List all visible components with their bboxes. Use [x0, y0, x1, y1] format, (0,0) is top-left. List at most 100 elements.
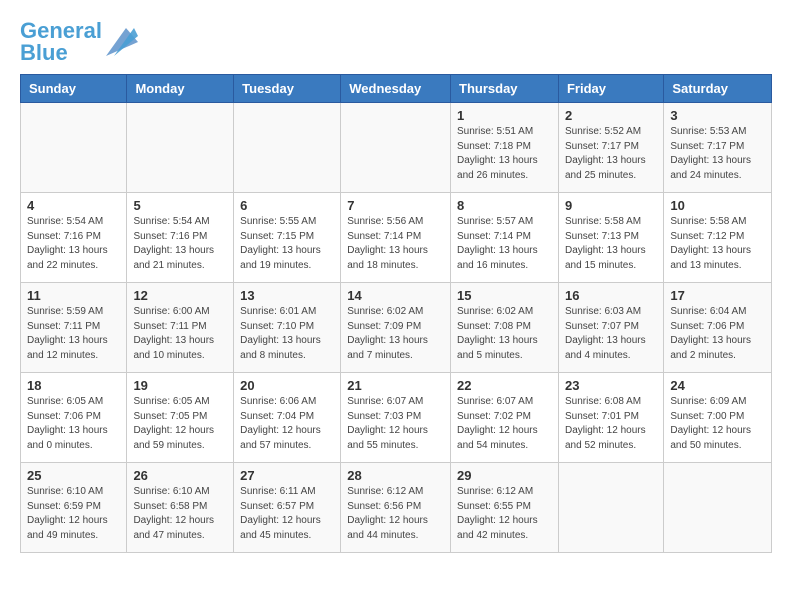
- week-row-1: 1 Sunrise: 5:51 AMSunset: 7:18 PMDaylight…: [21, 103, 772, 193]
- day-number: 26: [133, 468, 227, 483]
- calendar-cell: 10Sunrise: 5:58 AMSunset: 7:12 PMDayligh…: [664, 193, 772, 283]
- day-number: 17: [670, 288, 765, 303]
- day-info: Sunrise: 5:54 AMSunset: 7:16 PMDaylight:…: [133, 215, 227, 273]
- calendar-cell: 28 Sunrise: 6:12 AMSunset: 6:56 PMDayligh…: [341, 463, 451, 553]
- calendar-cell: 19Sunrise: 6:05 AMSunset: 7:05 PMDayligh…: [127, 373, 234, 463]
- page-header: General Blue: [20, 20, 772, 64]
- calendar-cell: [558, 463, 663, 553]
- calendar-cell: 21 Sunrise: 6:07 AMSunset: 7:03 PMDayligh…: [341, 373, 451, 463]
- day-number: 11: [27, 288, 120, 303]
- day-info: Sunrise: 6:05 AMSunset: 7:06 PMDaylight:…: [27, 395, 120, 453]
- logo: General Blue: [20, 20, 138, 64]
- calendar-cell: 25 Sunrise: 6:10 AMSunset: 6:59 PMDayligh…: [21, 463, 127, 553]
- calendar-cell: [341, 103, 451, 193]
- calendar-cell: 11 Sunrise: 5:59 AMSunset: 7:11 PMDayligh…: [21, 283, 127, 373]
- calendar-cell: 20 Sunrise: 6:06 AMSunset: 7:04 PMDayligh…: [234, 373, 341, 463]
- day-number: 22: [457, 378, 552, 393]
- day-number: 24: [670, 378, 765, 393]
- column-header-thursday: Thursday: [451, 75, 559, 103]
- calendar-cell: 22 Sunrise: 6:07 AMSunset: 7:02 PMDayligh…: [451, 373, 559, 463]
- day-info: Sunrise: 6:12 AMSunset: 6:56 PMDaylight:…: [347, 485, 444, 543]
- day-info: Sunrise: 5:56 AMSunset: 7:14 PMDaylight:…: [347, 215, 444, 273]
- calendar-cell: 13 Sunrise: 6:01 AMSunset: 7:10 PMDayligh…: [234, 283, 341, 373]
- day-number: 10: [670, 198, 765, 213]
- calendar-body: 1 Sunrise: 5:51 AMSunset: 7:18 PMDaylight…: [21, 103, 772, 553]
- day-info: Sunrise: 5:51 AMSunset: 7:18 PMDaylight:…: [457, 125, 552, 183]
- day-number: 9: [565, 198, 657, 213]
- day-number: 14: [347, 288, 444, 303]
- column-header-friday: Friday: [558, 75, 663, 103]
- column-headers: SundayMondayTuesdayWednesdayThursdayFrid…: [21, 75, 772, 103]
- day-info: Sunrise: 5:53 AMSunset: 7:17 PMDaylight:…: [670, 125, 765, 183]
- logo-text: General: [20, 20, 102, 42]
- calendar-cell: [127, 103, 234, 193]
- column-header-saturday: Saturday: [664, 75, 772, 103]
- calendar-cell: 24 Sunrise: 6:09 AMSunset: 7:00 PMDayligh…: [664, 373, 772, 463]
- day-number: 28: [347, 468, 444, 483]
- calendar-cell: 7 Sunrise: 5:56 AMSunset: 7:14 PMDaylight…: [341, 193, 451, 283]
- day-info: Sunrise: 6:06 AMSunset: 7:04 PMDaylight:…: [240, 395, 334, 453]
- day-info: Sunrise: 6:05 AMSunset: 7:05 PMDaylight:…: [133, 395, 227, 453]
- day-info: Sunrise: 6:11 AMSunset: 6:57 PMDaylight:…: [240, 485, 334, 543]
- week-row-4: 18 Sunrise: 6:05 AMSunset: 7:06 PMDayligh…: [21, 373, 772, 463]
- day-info: Sunrise: 5:52 AMSunset: 7:17 PMDaylight:…: [565, 125, 657, 183]
- calendar-cell: 2 Sunrise: 5:52 AMSunset: 7:17 PMDaylight…: [558, 103, 663, 193]
- day-number: 20: [240, 378, 334, 393]
- day-number: 8: [457, 198, 552, 213]
- calendar-cell: [21, 103, 127, 193]
- calendar-cell: 12 Sunrise: 6:00 AMSunset: 7:11 PMDayligh…: [127, 283, 234, 373]
- day-number: 5: [133, 198, 227, 213]
- day-info: Sunrise: 5:55 AMSunset: 7:15 PMDaylight:…: [240, 215, 334, 273]
- day-info: Sunrise: 6:02 AMSunset: 7:09 PMDaylight:…: [347, 305, 444, 363]
- day-info: Sunrise: 6:09 AMSunset: 7:00 PMDaylight:…: [670, 395, 765, 453]
- day-number: 18: [27, 378, 120, 393]
- calendar-cell: 9 Sunrise: 5:58 AMSunset: 7:13 PMDaylight…: [558, 193, 663, 283]
- calendar-cell: [664, 463, 772, 553]
- day-number: 2: [565, 108, 657, 123]
- calendar-cell: 27 Sunrise: 6:11 AMSunset: 6:57 PMDayligh…: [234, 463, 341, 553]
- logo-arrow-icon: [106, 28, 138, 56]
- calendar-cell: 3Sunrise: 5:53 AMSunset: 7:17 PMDaylight…: [664, 103, 772, 193]
- column-header-tuesday: Tuesday: [234, 75, 341, 103]
- day-info: Sunrise: 5:54 AMSunset: 7:16 PMDaylight:…: [27, 215, 120, 273]
- day-number: 23: [565, 378, 657, 393]
- day-number: 25: [27, 468, 120, 483]
- day-number: 4: [27, 198, 120, 213]
- day-number: 13: [240, 288, 334, 303]
- calendar-cell: 14 Sunrise: 6:02 AMSunset: 7:09 PMDayligh…: [341, 283, 451, 373]
- column-header-monday: Monday: [127, 75, 234, 103]
- day-info: Sunrise: 5:58 AMSunset: 7:13 PMDaylight:…: [565, 215, 657, 273]
- calendar-cell: 16Sunrise: 6:03 AMSunset: 7:07 PMDayligh…: [558, 283, 663, 373]
- day-number: 6: [240, 198, 334, 213]
- calendar-cell: 8Sunrise: 5:57 AMSunset: 7:14 PMDaylight…: [451, 193, 559, 283]
- day-info: Sunrise: 6:00 AMSunset: 7:11 PMDaylight:…: [133, 305, 227, 363]
- day-info: Sunrise: 6:10 AMSunset: 6:59 PMDaylight:…: [27, 485, 120, 543]
- calendar-cell: 26Sunrise: 6:10 AMSunset: 6:58 PMDayligh…: [127, 463, 234, 553]
- day-info: Sunrise: 6:08 AMSunset: 7:01 PMDaylight:…: [565, 395, 657, 453]
- day-number: 21: [347, 378, 444, 393]
- column-header-sunday: Sunday: [21, 75, 127, 103]
- calendar-cell: 18 Sunrise: 6:05 AMSunset: 7:06 PMDayligh…: [21, 373, 127, 463]
- day-info: Sunrise: 6:03 AMSunset: 7:07 PMDaylight:…: [565, 305, 657, 363]
- calendar-table: SundayMondayTuesdayWednesdayThursdayFrid…: [20, 74, 772, 553]
- day-number: 15: [457, 288, 552, 303]
- day-info: Sunrise: 6:04 AMSunset: 7:06 PMDaylight:…: [670, 305, 765, 363]
- day-info: Sunrise: 5:59 AMSunset: 7:11 PMDaylight:…: [27, 305, 120, 363]
- day-info: Sunrise: 6:07 AMSunset: 7:03 PMDaylight:…: [347, 395, 444, 453]
- calendar-cell: 17 Sunrise: 6:04 AMSunset: 7:06 PMDayligh…: [664, 283, 772, 373]
- calendar-cell: 1 Sunrise: 5:51 AMSunset: 7:18 PMDaylight…: [451, 103, 559, 193]
- week-row-5: 25 Sunrise: 6:10 AMSunset: 6:59 PMDayligh…: [21, 463, 772, 553]
- day-info: Sunrise: 6:02 AMSunset: 7:08 PMDaylight:…: [457, 305, 552, 363]
- day-info: Sunrise: 6:01 AMSunset: 7:10 PMDaylight:…: [240, 305, 334, 363]
- calendar-cell: 5 Sunrise: 5:54 AMSunset: 7:16 PMDaylight…: [127, 193, 234, 283]
- column-header-wednesday: Wednesday: [341, 75, 451, 103]
- calendar-cell: 29Sunrise: 6:12 AMSunset: 6:55 PMDayligh…: [451, 463, 559, 553]
- day-info: Sunrise: 6:07 AMSunset: 7:02 PMDaylight:…: [457, 395, 552, 453]
- day-info: Sunrise: 6:12 AMSunset: 6:55 PMDaylight:…: [457, 485, 552, 543]
- calendar-cell: 4 Sunrise: 5:54 AMSunset: 7:16 PMDaylight…: [21, 193, 127, 283]
- day-number: 27: [240, 468, 334, 483]
- day-number: 12: [133, 288, 227, 303]
- day-number: 1: [457, 108, 552, 123]
- day-number: 7: [347, 198, 444, 213]
- week-row-3: 11 Sunrise: 5:59 AMSunset: 7:11 PMDayligh…: [21, 283, 772, 373]
